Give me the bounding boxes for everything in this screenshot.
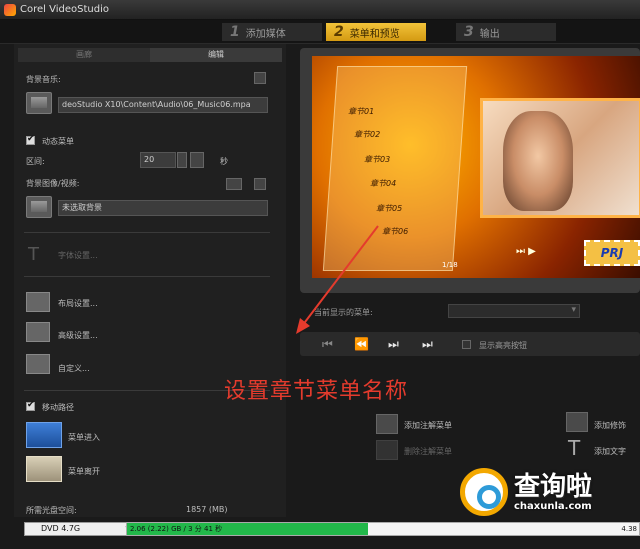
annotation-text: 设置章节菜单名称 (224, 379, 409, 404)
disc-usage-text: 2.06 (2.22) GB / 3 分 41 秒 (130, 525, 223, 533)
dvd-type-select[interactable]: DVD 4.7G (24, 522, 134, 536)
watermark-name: 查询啦 (514, 471, 593, 502)
watermark: 查询啦 chaxunla.com (460, 458, 640, 526)
watermark-url: chaxunla.com (514, 500, 592, 512)
watermark-logo-icon (460, 468, 508, 516)
